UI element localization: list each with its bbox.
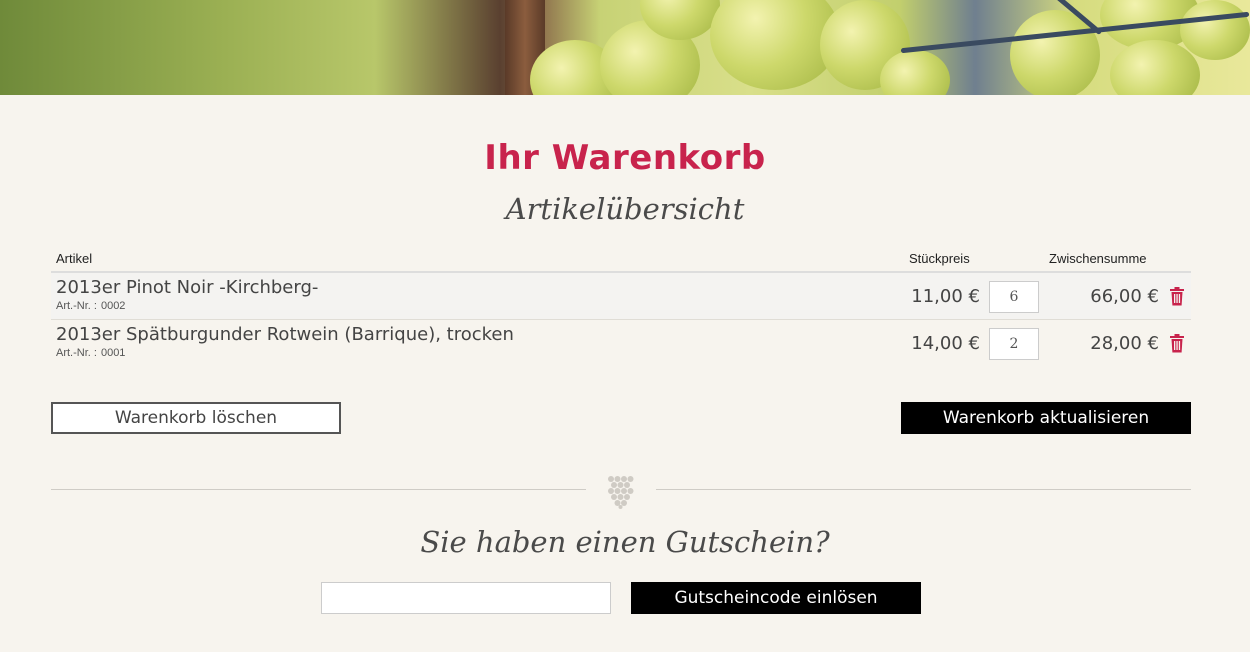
column-header-article: Artikel xyxy=(56,251,93,266)
coupon-heading: Sie haben einen Gutschein? xyxy=(420,525,830,559)
article-number-label: Art.-Nr. : xyxy=(56,347,97,359)
grape-cluster-icon xyxy=(608,476,634,509)
product-name: 2013er Pinot Noir -Kirchberg- xyxy=(56,277,319,298)
coupon-code-input[interactable] xyxy=(321,582,611,614)
quantity-input[interactable] xyxy=(989,281,1039,313)
header-banner-image xyxy=(0,0,1250,95)
column-header-subtotal: Zwischensumme xyxy=(1049,251,1147,266)
row-subtotal: 28,00 € xyxy=(1090,333,1159,354)
row-subtotal: 66,00 € xyxy=(1090,286,1159,307)
article-number-value: 0002 xyxy=(100,300,126,312)
article-number-value: 0001 xyxy=(100,347,126,359)
trash-icon[interactable] xyxy=(1169,334,1185,353)
article-number-label: Art.-Nr. : xyxy=(56,300,97,312)
table-row: 2013er Spätburgunder Rotwein (Barrique),… xyxy=(51,320,1191,367)
column-header-unit-price: Stückpreis xyxy=(909,251,970,266)
article-number: Art.-Nr. :0002 xyxy=(56,300,125,312)
quantity-input[interactable] xyxy=(989,328,1039,360)
trash-icon[interactable] xyxy=(1169,287,1185,306)
page-subtitle: Artikelübersicht xyxy=(505,192,745,226)
article-number: Art.-Nr. :0001 xyxy=(56,347,125,359)
page-title: Ihr Warenkorb xyxy=(484,138,766,178)
table-row: 2013er Pinot Noir -Kirchberg- Art.-Nr. :… xyxy=(51,273,1191,320)
unit-price: 14,00 € xyxy=(911,333,980,354)
update-cart-button[interactable]: Warenkorb aktualisieren xyxy=(901,402,1191,434)
divider-line xyxy=(656,489,1191,490)
product-name: 2013er Spätburgunder Rotwein (Barrique),… xyxy=(56,324,514,345)
clear-cart-button[interactable]: Warenkorb löschen xyxy=(51,402,341,434)
cart-table-header: Artikel Stückpreis Zwischensumme xyxy=(51,251,1191,273)
redeem-coupon-button[interactable]: Gutscheincode einlösen xyxy=(631,582,921,614)
divider-line xyxy=(51,489,586,490)
unit-price: 11,00 € xyxy=(911,286,980,307)
